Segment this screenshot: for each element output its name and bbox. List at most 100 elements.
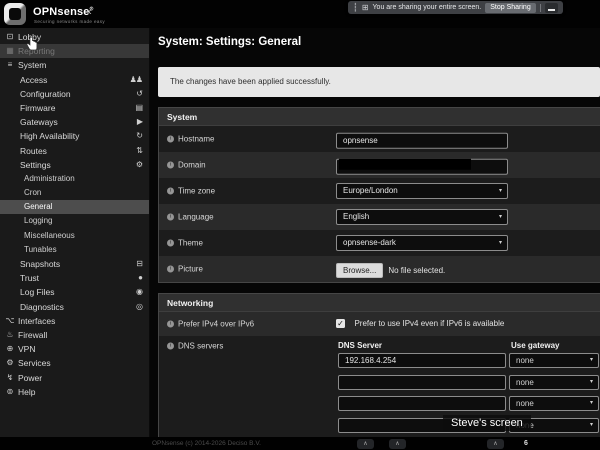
- checkbox-label: Prefer to use IPv4 even if IPv6 is avail…: [354, 319, 505, 329]
- dns-server-input[interactable]: [338, 396, 506, 411]
- sidebar-item-lobby[interactable]: ⊡ Lobby: [0, 30, 149, 44]
- sidebar-item-configuration[interactable]: Configuration ↺: [0, 87, 149, 101]
- info-icon[interactable]: i: [167, 213, 174, 221]
- sidebar-item-label: High Availability: [20, 131, 80, 142]
- field-label: i Domain: [167, 161, 206, 170]
- brand-name: OPNsense®: [33, 6, 94, 18]
- file-note: No file selected.: [388, 266, 446, 275]
- help-icon: ⊚: [6, 386, 14, 396]
- sidebar-item-help[interactable]: ⊚ Help: [0, 385, 149, 399]
- hostname-input[interactable]: [336, 132, 508, 149]
- field-row-language: i Language English ▾: [159, 204, 600, 230]
- sidebar-item-label: Trust: [20, 273, 40, 284]
- sidebar-item-power[interactable]: ↯ Power: [0, 371, 149, 385]
- sidebar-item-interfaces[interactable]: ⌥ Interfaces: [0, 314, 149, 328]
- sidebar-item-settings[interactable]: Settings ⚙: [0, 158, 149, 172]
- sidebar-collapse-icon[interactable]: ‹: [88, 6, 92, 18]
- use-gateway-select[interactable]: none ▾: [509, 396, 599, 411]
- fire-icon: ♨: [6, 329, 13, 339]
- screen-icon: ⊞: [361, 3, 369, 12]
- field-label-text: Domain: [178, 160, 206, 170]
- info-icon[interactable]: i: [167, 135, 174, 143]
- sidebar-item-snapshots[interactable]: Snapshots ⊟: [0, 257, 149, 271]
- globe-icon: ⊕: [6, 344, 14, 354]
- sidebar-item-general[interactable]: General: [0, 200, 149, 215]
- info-icon[interactable]: i: [167, 320, 174, 328]
- chevron-up-icon[interactable]: ∧: [487, 438, 504, 449]
- save-icon: ▤: [135, 102, 143, 112]
- time-zone-select[interactable]: Europe/London ▾: [336, 183, 508, 199]
- refresh-icon: ↻: [136, 131, 143, 141]
- use-gateway-column-header: Use gateway: [511, 341, 560, 350]
- hdd-icon: ⊟: [136, 259, 143, 268]
- drag-grip-icon[interactable]: ┇: [353, 3, 358, 12]
- sidebar-item-trust[interactable]: Trust ●: [0, 271, 149, 285]
- sidebar-item-firmware[interactable]: Firmware ▤: [0, 101, 149, 115]
- prefer-ipv4-checkbox[interactable]: ✓: [336, 319, 345, 329]
- dns-server-input[interactable]: [338, 353, 506, 368]
- menu-icon: ≡: [7, 60, 13, 70]
- field-label-text: Hostname: [178, 134, 215, 144]
- language-select[interactable]: English ▾: [336, 209, 508, 225]
- sidebar-item-label: Routes: [20, 145, 47, 156]
- sidebar-item-label: Help: [18, 386, 36, 397]
- notification-badge: 6: [524, 440, 528, 447]
- sitemap-icon: ⌥: [5, 315, 14, 325]
- info-icon[interactable]: i: [167, 187, 174, 195]
- road-icon: ⇅: [136, 145, 143, 155]
- eye-icon: ◉: [136, 287, 143, 297]
- opnsense-logo-icon: [4, 3, 26, 25]
- dns-server-input[interactable]: [338, 374, 506, 390]
- theme-select[interactable]: opnsense-dark ▾: [336, 235, 508, 251]
- sidebar-item-gateways[interactable]: Gateways ▶: [0, 115, 149, 129]
- success-alert: The changes have been applied successful…: [158, 67, 600, 97]
- field-row-prefer-ipv4: i Prefer IPv4 over IPv6 ✓ Prefer to use …: [159, 312, 600, 336]
- info-icon[interactable]: i: [167, 161, 174, 169]
- sidebar-item-label: Settings: [20, 159, 51, 170]
- sidebar-item-access[interactable]: Access ♟♟: [0, 73, 149, 87]
- field-label: i Prefer IPv4 over IPv6: [167, 320, 254, 329]
- chevron-up-icon[interactable]: ∧: [389, 438, 406, 449]
- sidebar-item-high-availability[interactable]: High Availability ↻: [0, 129, 149, 143]
- field-control: opnsense-dark ▾: [336, 235, 508, 251]
- system-section-header: System: [159, 108, 600, 126]
- sidebar-item-administration[interactable]: Administration: [0, 172, 149, 186]
- caret-down-icon: ▾: [589, 400, 593, 406]
- info-icon[interactable]: i: [167, 239, 174, 247]
- sidebar-item-logging[interactable]: Logging: [0, 214, 149, 228]
- history-icon: ↺: [136, 88, 143, 98]
- field-label: i Hostname: [167, 135, 214, 144]
- sidebar-item-diagnostics[interactable]: Diagnostics ◎: [0, 300, 149, 314]
- stop-sharing-button[interactable]: Stop Sharing: [485, 2, 536, 13]
- diagnostics-icon: ◎: [136, 301, 143, 311]
- sidebar-item-tunables[interactable]: Tunables: [0, 243, 149, 257]
- sidebar-item-vpn[interactable]: ⊕ VPN: [0, 342, 149, 356]
- caret-down-icon: ▾: [589, 421, 593, 428]
- sidebar-item-label: Configuration: [20, 88, 71, 99]
- sidebar-item-firewall[interactable]: ♨ Firewall: [0, 328, 149, 342]
- sidebar-item-log-files[interactable]: Log Files ◉: [0, 285, 149, 299]
- sidebar-item-label: Miscellaneous: [24, 230, 75, 240]
- sidebar-item-cron[interactable]: Cron: [0, 186, 149, 200]
- sidebar-item-system[interactable]: ≡ System: [0, 58, 149, 72]
- sidebar-item-miscellaneous[interactable]: Miscellaneous: [0, 229, 149, 243]
- sidebar-item-services[interactable]: ⚙ Services: [0, 356, 149, 370]
- footer-bar: OPNsense (c) 2014-2026 Deciso B.V. ∧ ∧ ∧…: [0, 437, 600, 450]
- info-icon[interactable]: i: [167, 342, 174, 350]
- use-gateway-select[interactable]: none ▾: [509, 374, 599, 390]
- minimize-button[interactable]: [544, 2, 558, 13]
- use-gateway-select[interactable]: none ▾: [509, 353, 599, 368]
- sidebar-item-routes[interactable]: Routes ⇅: [0, 144, 149, 158]
- sidebar-item-label: Firewall: [18, 329, 48, 340]
- sidebar-item-reporting[interactable]: ▦ Reporting: [0, 44, 149, 59]
- field-row-domain: i Domain: [159, 152, 600, 178]
- browse-button[interactable]: Browse...: [336, 263, 384, 278]
- caret-down-icon: ▾: [589, 357, 593, 363]
- dns-server-column-header: DNS Server: [338, 341, 383, 350]
- info-icon[interactable]: i: [167, 265, 174, 273]
- selected-value: none: [516, 356, 534, 365]
- field-row-theme: i Theme opnsense-dark ▾: [159, 230, 600, 256]
- chevron-up-icon[interactable]: ∧: [357, 438, 374, 449]
- sidebar-item-label: Administration: [24, 173, 75, 183]
- shared-screen-label: Steve's screen: [443, 415, 531, 431]
